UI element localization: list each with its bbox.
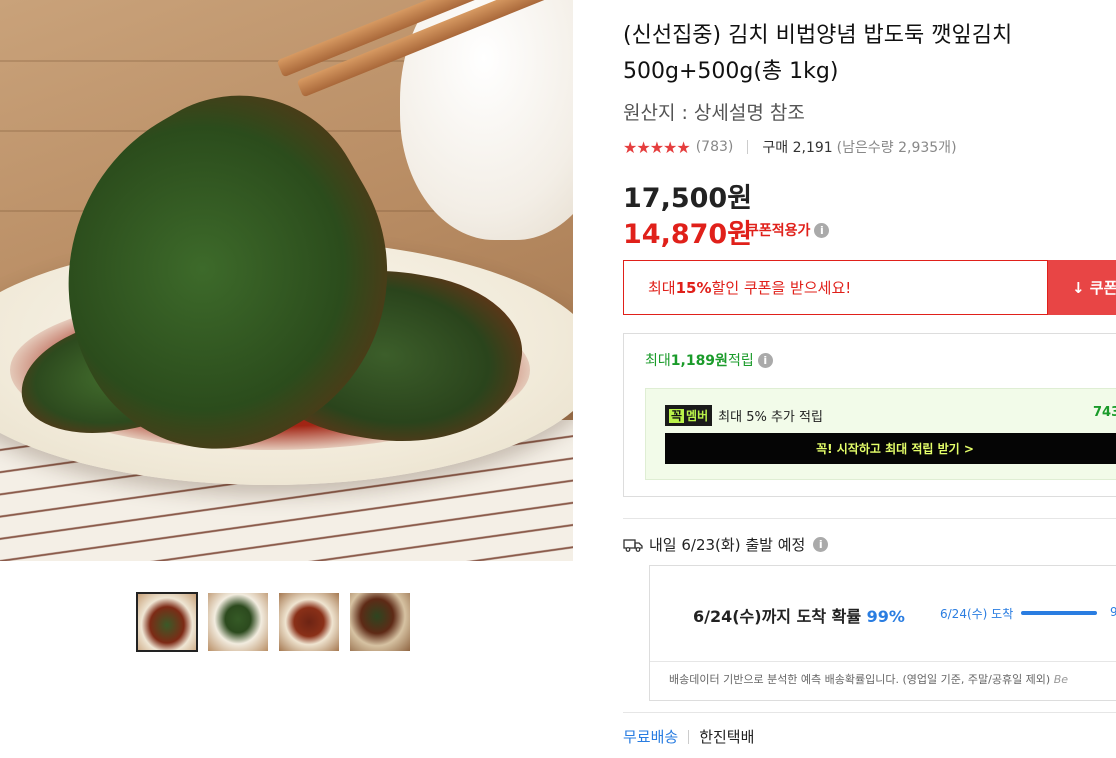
coupon-price-text: 쿠폰적용가: [746, 223, 811, 239]
free-shipping: 무료배송: [623, 728, 679, 746]
reward-amount: 1,189원: [670, 353, 728, 369]
shipping-method-row: 무료배송 한진택배: [623, 726, 754, 747]
reward-suffix: 적립: [727, 353, 754, 369]
coupon-banner: 최대 15% 할인 쿠폰을 받으세요!: [623, 260, 1048, 315]
product-main-image: [0, 0, 573, 561]
delivery-date-label: 6/24(수) 도착: [940, 607, 1014, 621]
delivery-main-text: 6/24(수)까지 도착 확률: [693, 607, 867, 626]
price-original: 17,500원: [623, 183, 753, 214]
product-title: (신선집중) 김치 비법양념 밥도둑 깻잎김치 500g+500g(총 1kg): [623, 23, 1013, 84]
purchase-count: 구매 2,191: [762, 140, 833, 156]
review-count[interactable]: (783): [696, 139, 734, 155]
thumbnail-2[interactable]: [208, 593, 268, 651]
departure-text: 내일 6/23(화) 출발 예정: [649, 536, 806, 554]
coupon-price-label: 쿠폰적용가 i: [746, 220, 830, 240]
member-row: 꼭 멤버 최대 5% 추가 적립: [665, 405, 823, 426]
member-amount: 743: [1093, 405, 1116, 420]
member-logo-b: 멤버: [686, 409, 709, 423]
divider: [688, 729, 690, 744]
coupon-text-bold: 15%: [675, 278, 712, 297]
divider: [747, 140, 749, 154]
delivery-note-text: 배송데이터 기반으로 분석한 예측 배송확률입니다. (영업일 기준, 주말/공…: [669, 673, 1051, 686]
remaining-quantity: (남은수량 2,935개): [836, 140, 957, 156]
product-origin: 원산지 : 상세설명 참조: [623, 102, 805, 124]
delivery-probability: 6/24(수)까지 도착 확률 99%: [693, 603, 905, 627]
thumbnail-4[interactable]: [350, 593, 410, 651]
rating-row: ★★★★★ (783) 구매 2,191 (남은수량 2,935개): [623, 137, 957, 157]
member-text: 최대 5% 추가 적립: [718, 410, 823, 425]
member-logo: 꼭 멤버: [665, 405, 713, 426]
thumbnail-3[interactable]: [279, 593, 339, 651]
rating-stars[interactable]: ★★★★★: [623, 138, 691, 157]
carrier: 한진택배: [699, 728, 755, 746]
reward-line: 최대 1,189원 적립 i: [645, 350, 773, 370]
member-logo-a: 꼭: [669, 409, 685, 423]
reward-prefix: 최대: [645, 353, 671, 369]
divider: [650, 661, 1116, 662]
shipping-row: 내일 6/23(화) 출발 예정 i: [623, 534, 829, 555]
price-sale: 14,870원: [623, 219, 753, 250]
info-icon[interactable]: i: [813, 537, 829, 552]
coupon-text-prefix: 최대: [648, 279, 676, 297]
divider: [623, 518, 1116, 519]
thumbnail-1[interactable]: [136, 592, 198, 652]
delivery-probability-bar: [1021, 611, 1097, 615]
member-start-button[interactable]: 꼭! 시작하고 최대 적립 받기 >: [665, 433, 1116, 464]
delivery-note: 배송데이터 기반으로 분석한 예측 배송확률입니다. (영업일 기준, 주말/공…: [669, 671, 1068, 687]
coupon-text-suffix: 할인 쿠폰을 받으세요!: [711, 279, 852, 297]
info-icon[interactable]: i: [814, 222, 830, 238]
coupon-download-button[interactable]: ↓ 쿠폰: [1048, 260, 1116, 315]
delivery-pct: 99%: [866, 607, 905, 626]
delivery-bar-value: 9: [1110, 605, 1116, 619]
info-icon[interactable]: i: [757, 352, 773, 368]
delivery-note-brand: Be: [1053, 673, 1069, 686]
truck-icon: [623, 538, 643, 552]
divider: [623, 712, 1116, 713]
